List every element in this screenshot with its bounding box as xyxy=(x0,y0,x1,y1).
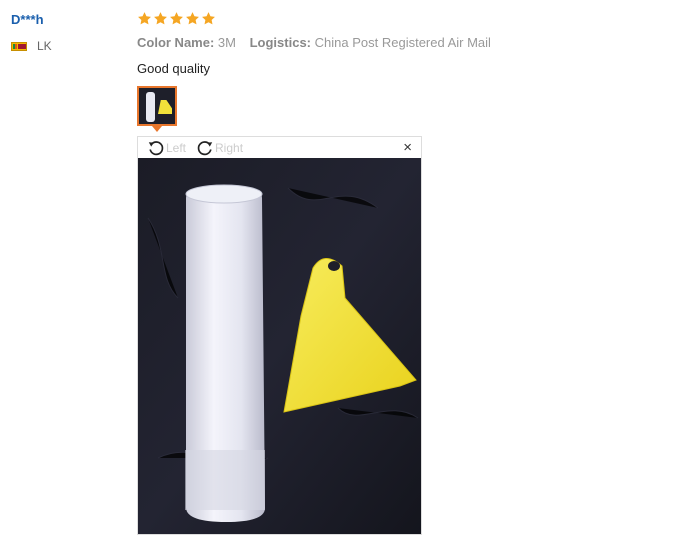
star-icon xyxy=(154,12,167,25)
star-icon xyxy=(202,12,215,25)
review-photo-image xyxy=(138,158,421,534)
photo-viewer-toolbar: Left Right × xyxy=(138,137,421,158)
color-name-label: Color Name: xyxy=(137,35,215,50)
rotate-right-button[interactable]: Right xyxy=(196,139,243,157)
rotate-right-icon xyxy=(197,140,213,155)
reviewer-country: LK xyxy=(11,39,52,53)
rotate-right-label: Right xyxy=(215,140,244,155)
close-icon[interactable]: × xyxy=(403,139,412,157)
logistics-value: China Post Registered Air Mail xyxy=(314,35,491,50)
star-icon xyxy=(186,12,199,25)
logistics-label: Logistics: xyxy=(249,35,312,50)
review-meta: Color Name: 3M Logistics: China Post Reg… xyxy=(137,35,501,50)
review-comment: Good quality xyxy=(137,61,210,76)
review-photo-thumbnail[interactable] xyxy=(137,86,177,126)
rotate-left-icon xyxy=(148,140,164,155)
review-photo xyxy=(138,158,421,534)
reviewer-country-code: LK xyxy=(37,39,52,53)
reviewer-name[interactable]: D***h xyxy=(11,12,44,27)
photo-viewer: Left Right × xyxy=(137,136,422,535)
rotate-left-label: Left xyxy=(166,140,187,155)
thumbnail-pointer xyxy=(152,126,162,132)
rotate-left-button[interactable]: Left xyxy=(147,139,186,157)
star-icon xyxy=(138,12,151,25)
star-icon xyxy=(170,12,183,25)
star-rating xyxy=(137,11,216,26)
sri-lanka-flag-icon xyxy=(11,41,27,51)
color-name-value: 3M xyxy=(217,35,236,50)
